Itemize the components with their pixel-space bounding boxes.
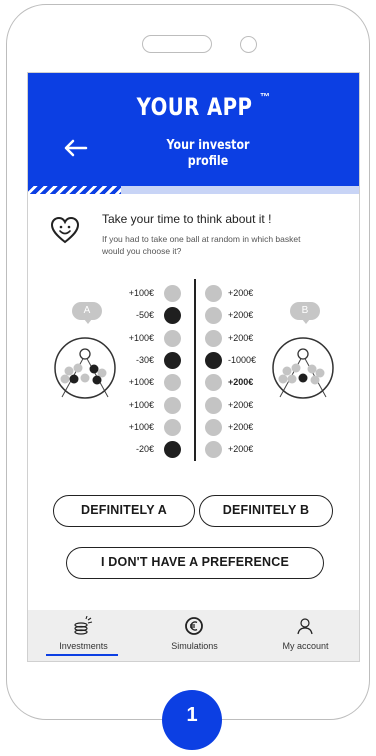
basket-divider	[194, 279, 196, 461]
outcome-value: +200€	[228, 288, 254, 298]
back-arrow-icon[interactable]	[62, 138, 88, 158]
app-header: YOUR APP ™ Your investor profile	[28, 73, 359, 186]
tab-simulations[interactable]: Simulations	[139, 610, 250, 661]
prompt-text: Take your time to think about it !	[102, 212, 272, 226]
outcome-value: -50€	[135, 310, 154, 321]
page-title-line1: Your investor	[166, 138, 250, 153]
gray-ball	[205, 307, 222, 325]
page-title-line2: profile	[187, 154, 229, 169]
outcome-value: +200€	[228, 332, 254, 343]
outcome-value: +100€	[128, 377, 154, 388]
outcome-value: -1000€	[228, 354, 257, 365]
definitely-a-button[interactable]: DEFINITELY A	[53, 495, 195, 527]
gray-ball	[164, 285, 181, 302]
outcome-value: +200€	[228, 310, 254, 321]
outcome-value: +100€	[128, 421, 154, 432]
progress-bar	[28, 186, 359, 194]
gray-ball	[205, 396, 222, 414]
page-title: Your investor profile	[149, 138, 268, 170]
outcome-value: +200€	[228, 444, 254, 455]
gray-ball	[164, 374, 181, 392]
outcome-value: -20€	[135, 444, 154, 455]
outcome-value: +100€	[128, 399, 154, 410]
app-title: YOUR APP	[136, 93, 253, 121]
question-text: If you had to take one ball at random in…	[102, 234, 301, 256]
gray-ball	[205, 441, 222, 459]
speaker-grille	[142, 35, 212, 53]
black-ball	[164, 441, 181, 459]
gray-ball	[205, 285, 222, 302]
gray-ball	[205, 374, 222, 392]
step-number-badge: 1	[162, 690, 222, 750]
tab-label: My account	[282, 641, 329, 651]
coins-icon	[74, 616, 93, 635]
outcome-value: +200€	[228, 421, 254, 432]
tab-label: Investments	[59, 641, 108, 651]
active-tab-indicator	[46, 654, 118, 656]
gray-ball	[205, 329, 222, 347]
gray-ball	[164, 396, 181, 414]
black-ball	[164, 307, 181, 325]
outcome-value: +200€	[228, 399, 254, 410]
tab-label: Simulations	[171, 641, 218, 651]
progress-bar-fill	[28, 186, 122, 194]
bottom-tab-bar: Investments Simulations My account	[28, 610, 359, 661]
black-ball	[205, 351, 222, 369]
smiling-heart-icon	[50, 216, 80, 244]
outcome-value: +100€	[128, 332, 154, 343]
outcome-value: -30€	[135, 354, 154, 365]
basket-b-badge: B	[290, 302, 320, 324]
outcome-value: +200€	[228, 377, 254, 388]
trademark-symbol: ™	[260, 92, 270, 103]
gray-ball	[164, 418, 181, 436]
euro-coin-icon	[185, 617, 203, 635]
outcome-value: +100€	[128, 288, 154, 298]
definitely-b-button[interactable]: DEFINITELY B	[199, 495, 333, 527]
black-ball	[164, 351, 181, 369]
no-preference-button[interactable]: I DON'T HAVE A PREFERENCE	[66, 547, 324, 579]
user-icon	[297, 618, 313, 635]
app-screen: YOUR APP ™ Your investor profile Take yo…	[27, 72, 360, 662]
gray-ball	[205, 418, 222, 436]
camera-icon	[240, 36, 257, 53]
tab-investments[interactable]: Investments	[28, 610, 139, 661]
tab-my-account[interactable]: My account	[250, 610, 359, 661]
gray-ball	[164, 329, 181, 347]
